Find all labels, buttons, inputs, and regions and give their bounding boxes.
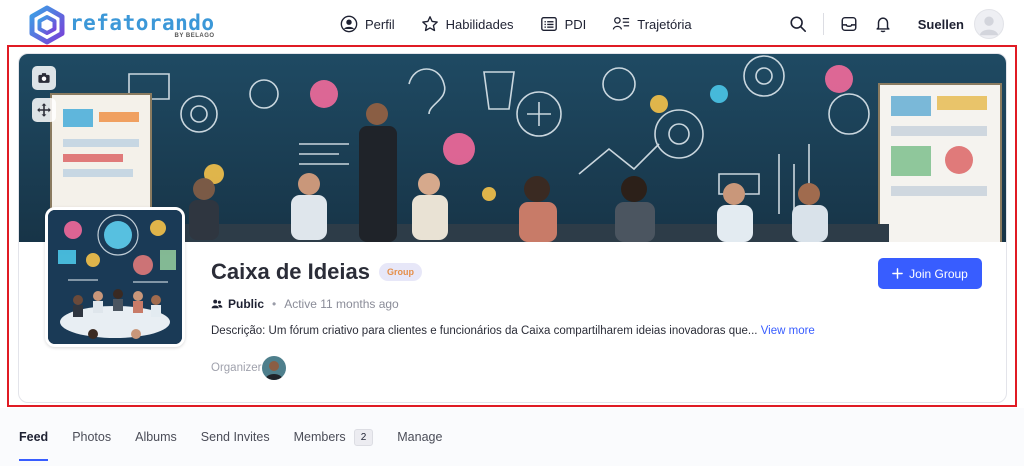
nav-label-perfil: Perfil: [365, 16, 395, 32]
header-user-name[interactable]: Suellen: [918, 17, 964, 32]
main-nav: Perfil Habilidades PDI Trajetória: [340, 0, 692, 48]
tab-label-photos: Photos: [72, 430, 112, 444]
list-icon: [540, 17, 557, 31]
members-count-badge: 2: [353, 428, 374, 446]
nav-item-pdi[interactable]: PDI: [540, 15, 587, 33]
tab-members[interactable]: Members 2: [294, 428, 374, 446]
nav-item-habilidades[interactable]: Habilidades: [421, 15, 514, 33]
brand-name: refatorando: [70, 11, 215, 35]
logo-hexagon-icon: [28, 5, 66, 45]
nav-item-perfil[interactable]: Perfil: [340, 15, 395, 33]
tab-label-manage: Manage: [397, 430, 443, 444]
user-avatar[interactable]: [974, 9, 1004, 39]
header-divider: [822, 13, 824, 35]
group-tabs-bar: Feed Photos Albums Send Invites Members 2…: [0, 408, 1024, 466]
tab-label-send-invites: Send Invites: [200, 430, 270, 444]
nav-label-pdi: PDI: [564, 16, 587, 32]
bell-icon[interactable]: [872, 13, 894, 35]
selection-highlight-frame: [7, 45, 1017, 407]
top-navigation-bar: refatorando BY BELAGO Perfil Habilidades…: [0, 0, 1024, 48]
user-circle-icon: [340, 15, 358, 33]
tab-send-invites[interactable]: Send Invites: [201, 428, 270, 446]
tab-label-feed: Feed: [19, 430, 49, 444]
nav-label-trajetoria: Trajetória: [637, 16, 692, 32]
tab-feed[interactable]: Feed: [19, 428, 49, 461]
search-icon[interactable]: [787, 13, 809, 35]
tab-label-albums: Albums: [135, 430, 177, 444]
brand-subtitle: BY BELAGO: [174, 33, 215, 39]
trajectory-icon: [612, 17, 630, 30]
nav-label-habilidades: Habilidades: [445, 16, 514, 32]
brand-logo[interactable]: refatorando BY BELAGO: [28, 4, 215, 46]
star-icon: [421, 16, 438, 32]
inbox-icon[interactable]: [838, 13, 860, 35]
header-actions: Suellen: [787, 0, 1004, 48]
tab-label-members: Members: [293, 430, 346, 444]
tab-manage[interactable]: Manage: [397, 428, 442, 446]
tab-photos[interactable]: Photos: [72, 428, 111, 446]
tab-albums[interactable]: Albums: [135, 428, 177, 446]
nav-item-trajetoria[interactable]: Trajetória: [612, 15, 692, 33]
